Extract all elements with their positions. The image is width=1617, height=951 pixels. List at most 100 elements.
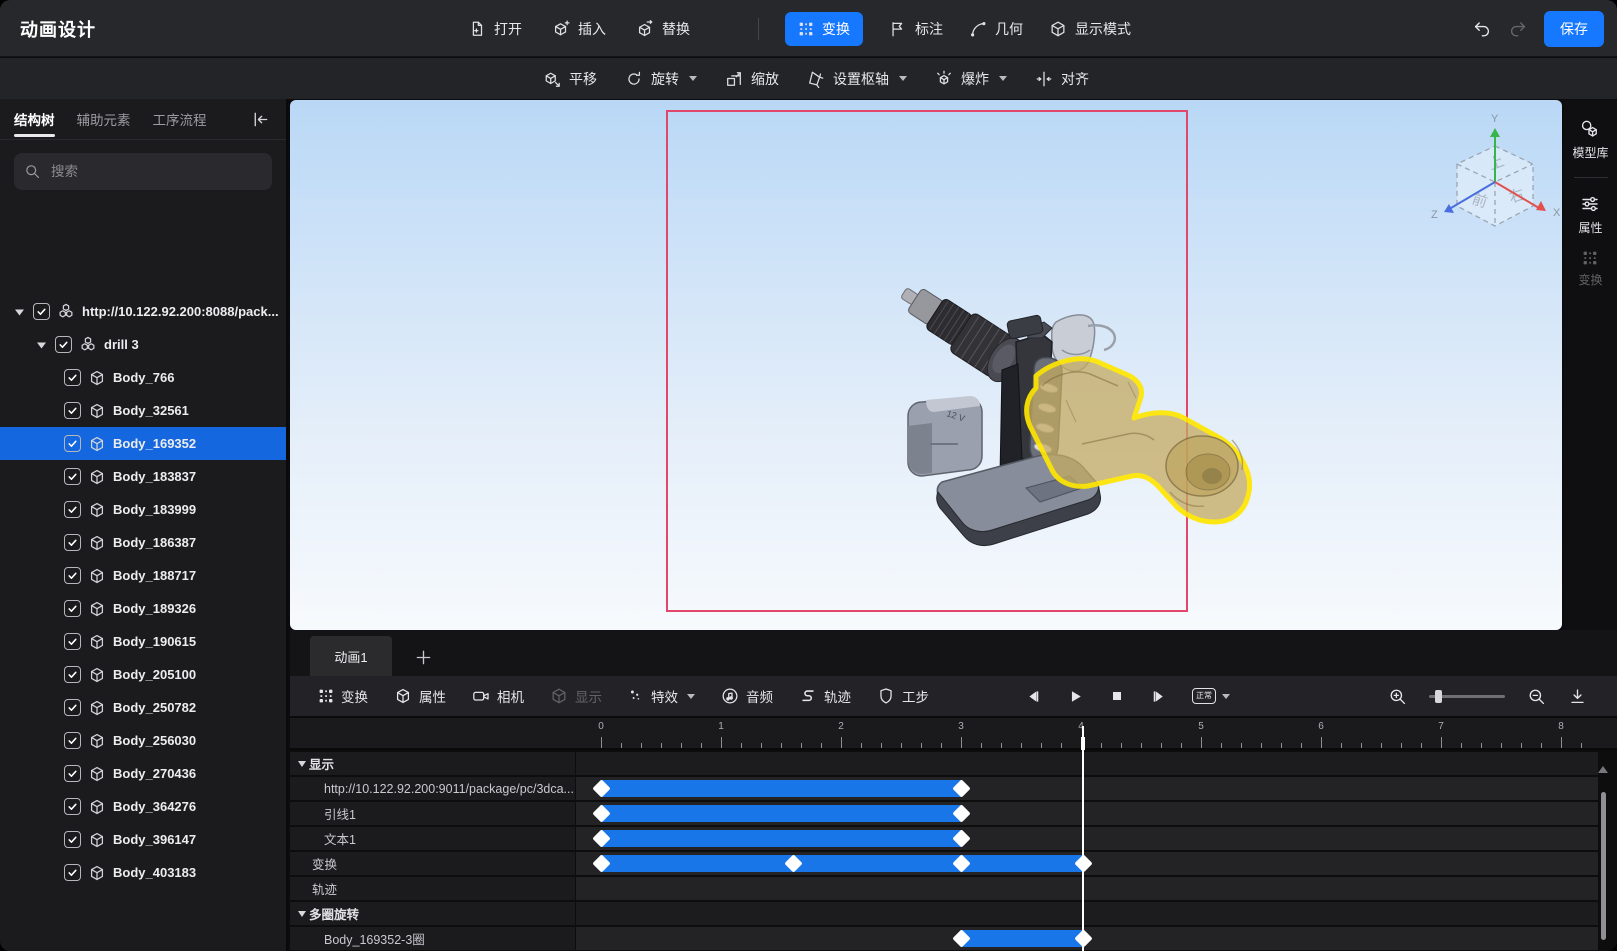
node-checkbox[interactable]	[64, 633, 81, 650]
node-checkbox[interactable]	[64, 435, 81, 452]
timeline-scrollbar[interactable]	[1601, 792, 1606, 940]
node-checkbox[interactable]	[64, 798, 81, 815]
sidebar-tab-0[interactable]: 结构树	[14, 99, 55, 139]
redo-button[interactable]	[1508, 19, 1528, 39]
tree-row-Body_205100[interactable]: Body_205100	[0, 658, 286, 691]
expander-icon[interactable]	[36, 340, 48, 350]
step-forward-button[interactable]	[1150, 688, 1167, 705]
node-checkbox[interactable]	[64, 831, 81, 848]
orientation-cube[interactable]: 上 前 右 Y X Z	[1425, 108, 1562, 278]
tree-row-Body_186387[interactable]: Body_186387	[0, 526, 286, 559]
track-group-label[interactable]: 显示	[290, 752, 575, 775]
track-strip[interactable]	[576, 827, 1598, 850]
step-back-button[interactable]	[1025, 688, 1042, 705]
track-strip[interactable]	[576, 852, 1598, 875]
zoom-out-icon[interactable]	[1527, 687, 1546, 706]
tool-align-button[interactable]: 对齐	[1035, 69, 1089, 89]
mode-transform-grid-button[interactable]: 变换	[785, 11, 863, 46]
timeline-zoom-slider[interactable]	[1429, 689, 1505, 703]
track-strip[interactable]	[576, 777, 1598, 800]
track-strip[interactable]	[576, 902, 1598, 925]
node-checkbox[interactable]	[64, 732, 81, 749]
node-checkbox[interactable]	[64, 666, 81, 683]
animation-tab[interactable]: 动画1	[310, 636, 392, 676]
tree-row-Body_256030[interactable]: Body_256030	[0, 724, 286, 757]
tl-属性-button[interactable]: 属性	[394, 686, 446, 706]
scroll-up-arrow[interactable]	[1598, 766, 1608, 773]
track-label[interactable]: 引线1	[290, 802, 575, 825]
node-checkbox[interactable]	[64, 699, 81, 716]
node-checkbox[interactable]	[64, 600, 81, 617]
track-strip[interactable]	[576, 802, 1598, 825]
tl-音频-button[interactable]: 音频	[721, 686, 773, 706]
track-strip[interactable]	[576, 752, 1598, 775]
timeline-ruler[interactable]: 012345678	[290, 718, 1617, 750]
tool-move-cube-button[interactable]: 平移	[543, 69, 597, 89]
node-checkbox[interactable]	[64, 402, 81, 419]
tool-pivot-button[interactable]: 设置枢轴	[807, 69, 907, 89]
node-checkbox[interactable]	[64, 501, 81, 518]
tree-row-Body_183999[interactable]: Body_183999	[0, 493, 286, 526]
track-label[interactable]: 文本1	[290, 827, 575, 850]
node-checkbox[interactable]	[64, 765, 81, 782]
sidebar-tab-1[interactable]: 辅助元素	[77, 99, 131, 139]
tree-row-Body_32561[interactable]: Body_32561	[0, 394, 286, 427]
node-checkbox[interactable]	[64, 369, 81, 386]
stop-button[interactable]	[1109, 688, 1125, 704]
save-button[interactable]: 保存	[1544, 10, 1604, 47]
timeline-clip-bar[interactable]	[601, 830, 961, 847]
track-label[interactable]: Body_169352-3圈	[290, 927, 575, 950]
tree-row-Body_188717[interactable]: Body_188717	[0, 559, 286, 592]
collapse-sidebar-icon[interactable]	[251, 110, 270, 129]
tree-row-Body_766[interactable]: Body_766	[0, 361, 286, 394]
mode-arc-button[interactable]: 几何	[969, 19, 1023, 39]
node-checkbox[interactable]	[64, 864, 81, 881]
tree-row-Body_190615[interactable]: Body_190615	[0, 625, 286, 658]
tree-row-Body_396147[interactable]: Body_396147	[0, 823, 286, 856]
timeline-clip-bar[interactable]	[601, 805, 961, 822]
tree-row-Body_250782[interactable]: Body_250782	[0, 691, 286, 724]
track-label[interactable]: 轨迹	[290, 877, 575, 900]
track-strip[interactable]	[576, 877, 1598, 900]
track-strip[interactable]	[576, 927, 1598, 950]
zoom-slider-handle[interactable]	[1435, 689, 1442, 703]
tree-row-Body_169352[interactable]: Body_169352	[0, 427, 286, 460]
tl-工步-button[interactable]: 工步	[877, 686, 929, 706]
file-doc-open-button[interactable]: 打开	[468, 19, 522, 39]
track-label[interactable]: 变换	[290, 852, 575, 875]
battery-part[interactable]: 12 V	[907, 396, 983, 477]
tl-变换-button[interactable]: 变换	[318, 686, 368, 706]
rail-item-model-library[interactable]: 模型库	[1572, 118, 1609, 161]
search-input[interactable]	[49, 163, 262, 180]
tree-row-Body_364276[interactable]: Body_364276	[0, 790, 286, 823]
node-checkbox[interactable]	[64, 468, 81, 485]
group-collapse-icon[interactable]	[298, 760, 306, 767]
timeline-clip-bar[interactable]	[601, 855, 1084, 872]
playhead[interactable]	[1082, 726, 1085, 951]
tool-explode-button[interactable]: 爆炸	[935, 69, 1007, 89]
zoom-in-icon[interactable]	[1388, 687, 1407, 706]
node-checkbox[interactable]	[33, 303, 50, 320]
tree-row-Body_403183[interactable]: Body_403183	[0, 856, 286, 889]
expander-icon[interactable]	[14, 307, 26, 317]
play-button[interactable]	[1067, 688, 1084, 705]
mode-tag-button[interactable]: 标注	[889, 19, 943, 39]
playback-mode-button[interactable]: 正常	[1192, 688, 1230, 704]
download-icon[interactable]	[1568, 687, 1587, 706]
track-label[interactable]: http://10.122.92.200:9011/package/pc/3dc…	[290, 777, 575, 800]
viewport-3d[interactable]: 12 V 上 前 右 Y X Z	[290, 100, 1562, 630]
file-cube-swap-button[interactable]: 替换	[636, 19, 690, 39]
tool-scale-button[interactable]: 缩放	[725, 69, 779, 89]
node-checkbox[interactable]	[55, 336, 72, 353]
file-cube-plus-button[interactable]: 插入	[552, 19, 606, 39]
mode-cube-mode-button[interactable]: 显示模式	[1049, 19, 1131, 39]
sidebar-tab-2[interactable]: 工序流程	[153, 99, 207, 139]
tree-row-Body_189326[interactable]: Body_189326	[0, 592, 286, 625]
track-group-label[interactable]: 多圈旋转	[290, 902, 575, 925]
playhead-cap[interactable]	[1081, 737, 1086, 750]
tree-row-http://10.122.92.200:8088/pack...[interactable]: http://10.122.92.200:8088/pack...	[0, 295, 286, 328]
search-box[interactable]	[14, 153, 272, 190]
tree-row-drill 3[interactable]: drill 3	[0, 328, 286, 361]
add-animation-icon[interactable]	[414, 648, 433, 667]
node-checkbox[interactable]	[64, 567, 81, 584]
